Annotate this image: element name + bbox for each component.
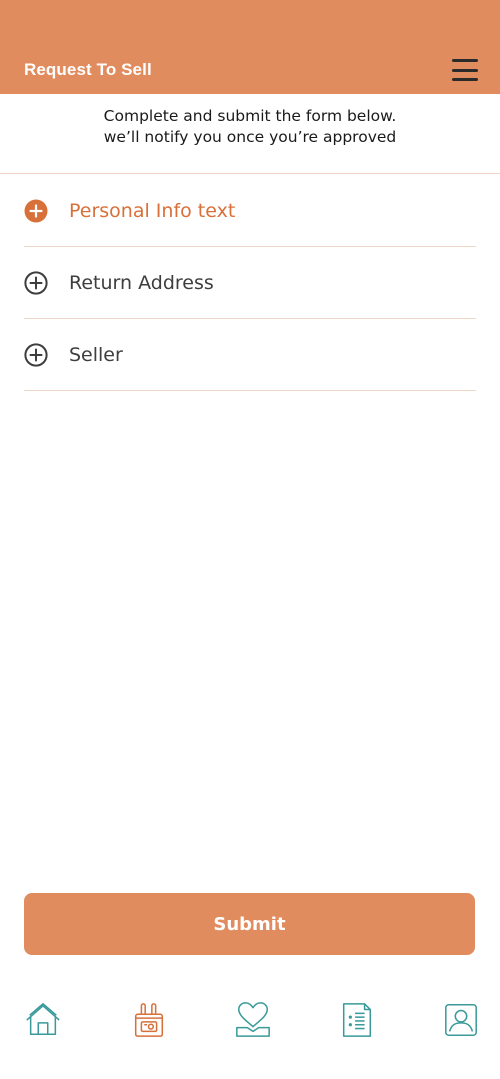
- plus-circle-icon: [24, 270, 48, 295]
- accordion-label: Seller: [69, 343, 123, 366]
- accordion-item-return-address[interactable]: Return Address: [24, 247, 476, 319]
- submit-button[interactable]: Submit: [24, 893, 475, 955]
- intro-line-2: we’ll notify you once you’re approved: [103, 128, 397, 146]
- tab-sell[interactable]: [129, 1000, 169, 1040]
- app-header: Request To Sell: [0, 0, 500, 94]
- form-accordion: Personal Info text Return Address Seller: [24, 175, 476, 391]
- sell-bag-icon: [134, 1003, 164, 1037]
- tab-profile[interactable]: [441, 1000, 481, 1040]
- intro-text: Complete and submit the form below. we’l…: [0, 106, 500, 148]
- tab-home[interactable]: [23, 1000, 63, 1040]
- profile-icon: [445, 1004, 477, 1036]
- plus-circle-icon: [24, 342, 48, 367]
- accordion-item-personal-info[interactable]: Personal Info text: [24, 175, 476, 247]
- bottom-tab-bar: [0, 995, 500, 1051]
- favorites-heart-icon: [236, 1002, 270, 1037]
- page-title: Request To Sell: [24, 60, 152, 79]
- tab-listings[interactable]: [337, 1000, 377, 1040]
- accordion-label: Return Address: [69, 271, 214, 294]
- intro-line-1: Complete and submit the form below.: [103, 107, 397, 125]
- tab-favorites[interactable]: [233, 1000, 273, 1040]
- accordion-label: Personal Info text: [69, 199, 236, 222]
- hamburger-menu-icon[interactable]: [448, 56, 482, 84]
- divider: [0, 173, 500, 174]
- menu-bar: [452, 59, 478, 62]
- list-document-icon: [342, 1003, 372, 1037]
- plus-circle-icon: [24, 199, 48, 222]
- menu-bar: [452, 78, 478, 81]
- home-icon: [26, 1003, 60, 1036]
- accordion-item-seller[interactable]: Seller: [24, 319, 476, 391]
- menu-bar: [452, 68, 478, 72]
